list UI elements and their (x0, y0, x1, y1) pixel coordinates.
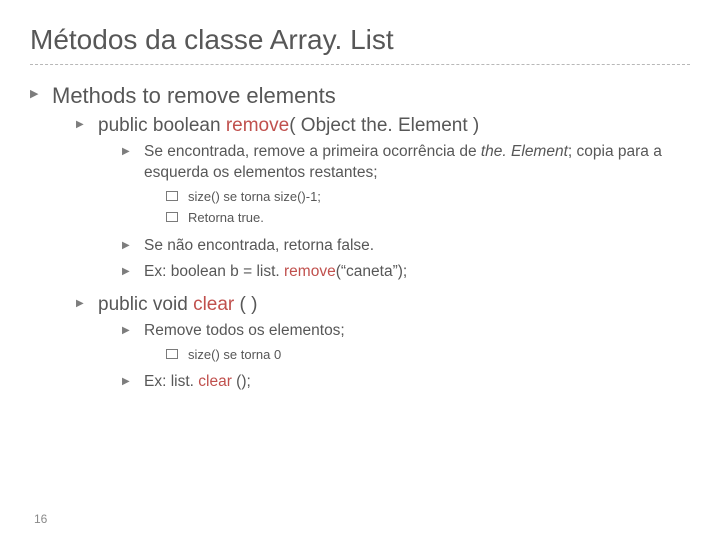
list-item: ▶ public boolean remove( Object the. Ele… (76, 115, 690, 288)
list-item: ▶ Remove todos os elementos; (122, 321, 690, 367)
list-item: ▶ Ex: boolean b = list. remove(“caneta”)… (122, 262, 690, 283)
arrow-icon: ▶ (122, 372, 134, 389)
desc-found: Se encontrada, remove a primeira ocorrên… (144, 142, 690, 231)
arrow-icon: ▶ (122, 236, 134, 253)
arrow-icon: ▶ (76, 115, 88, 132)
list-item: size() se torna 0 (166, 346, 690, 364)
arrow-icon: ▶ (122, 321, 134, 338)
list-item: ▶ Methods to remove elements ▶ public bo… (30, 83, 690, 404)
content-list: ▶ Methods to remove elements ▶ public bo… (30, 83, 690, 404)
list-item: Retorna true. (166, 209, 690, 227)
box-icon (166, 349, 178, 359)
example: Ex: boolean b = list. remove(“caneta”); (144, 262, 407, 283)
l1-text: Methods to remove elements (52, 83, 690, 109)
arrow-icon: ▶ (30, 83, 42, 102)
example: Ex: list. clear (); (144, 372, 251, 393)
method-signature: public boolean remove( Object the. Eleme… (98, 115, 690, 137)
list-item: size() se torna size()-1; (166, 188, 690, 206)
list-item: ▶ Ex: list. clear (); (122, 372, 690, 393)
desc-notfound: Se não encontrada, retorna false. (144, 236, 374, 257)
arrow-icon: ▶ (122, 262, 134, 279)
box-icon (166, 212, 178, 222)
arrow-icon: ▶ (122, 142, 134, 159)
box-icon (166, 191, 178, 201)
method-signature: public void clear ( ) (98, 294, 690, 316)
arrow-icon: ▶ (76, 294, 88, 311)
list-item: ▶ Se não encontrada, retorna false. (122, 236, 690, 257)
page-title: Métodos da classe Array. List (30, 24, 690, 56)
list-item: ▶ public void clear ( ) ▶ (76, 294, 690, 398)
page-number: 16 (34, 512, 47, 526)
list-item: ▶ Se encontrada, remove a primeira ocorr… (122, 142, 690, 231)
slide: Métodos da classe Array. List ▶ Methods … (0, 0, 720, 540)
title-divider (30, 64, 690, 65)
desc: Remove todos os elementos; size() se tor… (144, 321, 690, 367)
